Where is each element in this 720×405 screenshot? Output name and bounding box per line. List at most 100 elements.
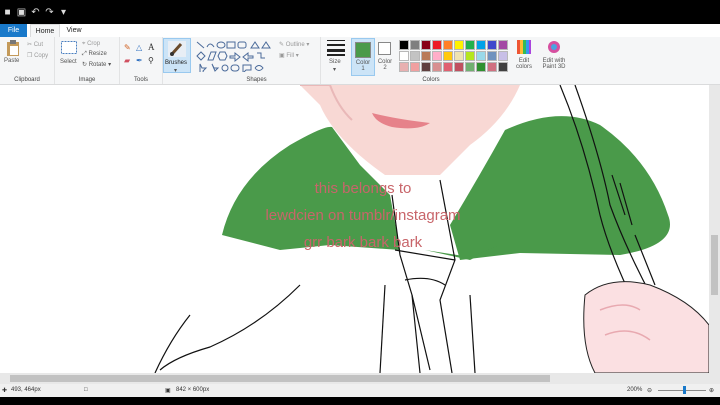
- palette-swatch[interactable]: [454, 62, 464, 72]
- palette-swatch[interactable]: [498, 62, 508, 72]
- palette-swatch[interactable]: [399, 40, 409, 50]
- palette-swatch[interactable]: [487, 40, 497, 50]
- shapes-gallery[interactable]: [195, 40, 275, 72]
- palette-swatch[interactable]: [399, 62, 409, 72]
- palette-swatch[interactable]: [476, 51, 486, 61]
- outline-button[interactable]: ✎ Outline ▾: [279, 41, 309, 48]
- palette-swatch[interactable]: [421, 51, 431, 61]
- vertical-scroll-thumb[interactable]: [711, 235, 718, 295]
- horizontal-scrollbar[interactable]: [0, 373, 720, 384]
- shapes-group: ✎ Outline ▾ ▣ Fill ▾ Shapes: [193, 37, 321, 84]
- palette-swatch[interactable]: [465, 51, 475, 61]
- edit-paint3d-button[interactable]: Edit with Paint 3D: [538, 37, 570, 84]
- app-icon: ■: [4, 6, 11, 18]
- status-bar: ✚ 493, 464px □ ▣ 842 × 600px 200% ⊖ ⊕: [0, 384, 720, 397]
- color1-button[interactable]: Color 1: [351, 38, 375, 76]
- watermark-line1: this belongs to: [314, 180, 412, 197]
- redo-icon[interactable]: ↷: [44, 7, 55, 18]
- clipboard-group-label: Clipboard: [14, 77, 40, 83]
- palette-swatch[interactable]: [432, 40, 442, 50]
- palette-swatch[interactable]: [443, 40, 453, 50]
- edit-colors-label: Edit colors: [515, 58, 532, 70]
- fill-button[interactable]: ▣ Fill ▾: [279, 52, 299, 59]
- palette-swatch[interactable]: [454, 40, 464, 50]
- color1-swatch: [355, 42, 371, 58]
- undo-icon[interactable]: ↶: [30, 7, 41, 18]
- quick-access-toolbar: ■ ▣ ↶ ↷ ▾: [2, 4, 72, 20]
- tools-group-label: Tools: [133, 77, 148, 83]
- zoom-slider-thumb[interactable]: [683, 386, 686, 394]
- ribbon-tabs: File Home View: [0, 24, 720, 38]
- tools-group: ✎ △ A ▰ ✒ ⚲ Tools: [120, 37, 163, 84]
- paste-button[interactable]: Paste: [4, 40, 22, 68]
- horizontal-scroll-thumb[interactable]: [10, 375, 550, 382]
- paint3d-icon: [548, 41, 560, 53]
- save-icon[interactable]: ▣: [16, 7, 27, 18]
- brushes-button[interactable]: Brushes ▾: [163, 38, 191, 74]
- crop-label: Crop: [87, 41, 101, 47]
- palette-swatch[interactable]: [432, 51, 442, 61]
- paste-label: Paste: [4, 58, 20, 64]
- selection-size-icon: □: [84, 387, 88, 393]
- image-dimensions: 842 × 600px: [176, 387, 210, 393]
- colors-group-label: Colors: [422, 77, 440, 83]
- shapes-group-label: Shapes: [246, 77, 267, 83]
- outline-chevron-icon: ▾: [306, 42, 310, 48]
- copy-button[interactable]: ❐ Copy: [27, 52, 48, 59]
- zoom-in-button[interactable]: ⊕: [709, 387, 714, 394]
- zoom-slider-track[interactable]: [658, 390, 706, 391]
- ribbon: Paste ✂ Cut ❐ Copy Clipboard Select ⌖ Cr…: [0, 37, 720, 85]
- crop-icon: ⌖: [82, 41, 86, 47]
- color2-swatch: [378, 42, 391, 55]
- cut-button[interactable]: ✂ Cut: [27, 41, 43, 48]
- vertical-scrollbar[interactable]: [709, 85, 720, 373]
- fill-icon: ▣: [279, 53, 285, 59]
- palette-swatch[interactable]: [421, 40, 431, 50]
- zoom-out-button[interactable]: ⊖: [647, 387, 652, 394]
- palette-swatch[interactable]: [443, 62, 453, 72]
- eraser-icon[interactable]: ▰: [124, 56, 130, 65]
- palette-swatch[interactable]: [476, 40, 486, 50]
- palette-swatch[interactable]: [487, 62, 497, 72]
- image-size-icon: ▣: [165, 388, 171, 394]
- resize-button[interactable]: ⤢ Resize: [82, 51, 107, 58]
- size-button[interactable]: Size ▾: [322, 37, 349, 84]
- palette-swatch[interactable]: [432, 62, 442, 72]
- tab-view[interactable]: View: [62, 24, 86, 37]
- edit-paint3d-label: Edit with Paint 3D: [542, 58, 566, 70]
- outline-icon: ✎: [279, 42, 285, 48]
- drawing-canvas[interactable]: this belongs to lewdcien on tumblr/insta…: [0, 85, 709, 373]
- zoom-level: 200%: [627, 387, 643, 393]
- palette-swatch[interactable]: [476, 62, 486, 72]
- taskbar-strip: [0, 397, 720, 405]
- palette-swatch[interactable]: [487, 51, 497, 61]
- fill-bucket-icon[interactable]: △: [136, 43, 142, 52]
- palette-swatch[interactable]: [465, 40, 475, 50]
- watermark-line2: lewdcien on tumblr/instagram: [265, 207, 461, 224]
- rotate-chevron-icon: ▾: [108, 62, 112, 68]
- tab-file[interactable]: File: [0, 24, 27, 37]
- palette-swatch[interactable]: [421, 62, 431, 72]
- palette-swatch[interactable]: [410, 51, 420, 61]
- select-button[interactable]: Select: [59, 40, 79, 70]
- palette-swatch[interactable]: [498, 51, 508, 61]
- crop-button[interactable]: ⌖ Crop: [82, 41, 100, 48]
- pencil-icon[interactable]: ✎: [124, 43, 131, 52]
- copy-label: Copy: [34, 53, 49, 59]
- tab-home[interactable]: Home: [30, 24, 60, 38]
- text-tool-icon[interactable]: A: [148, 42, 155, 52]
- palette-swatch[interactable]: [498, 40, 508, 50]
- magnifier-icon[interactable]: ⚲: [148, 56, 154, 65]
- customize-chevron-icon[interactable]: ▾: [58, 7, 69, 18]
- palette-swatch[interactable]: [410, 62, 420, 72]
- palette-swatch[interactable]: [465, 62, 475, 72]
- palette-swatch[interactable]: [410, 40, 420, 50]
- palette-swatch[interactable]: [399, 51, 409, 61]
- rotate-button[interactable]: ↻ Rotate ▾: [82, 61, 111, 68]
- palette-swatch[interactable]: [443, 51, 453, 61]
- select-icon: [61, 41, 77, 54]
- title-bar: ■ ▣ ↶ ↷ ▾: [0, 0, 720, 24]
- palette-swatch[interactable]: [454, 51, 464, 61]
- edit-colors-button[interactable]: Edit colors: [511, 37, 537, 84]
- color-picker-icon[interactable]: ✒: [136, 56, 143, 65]
